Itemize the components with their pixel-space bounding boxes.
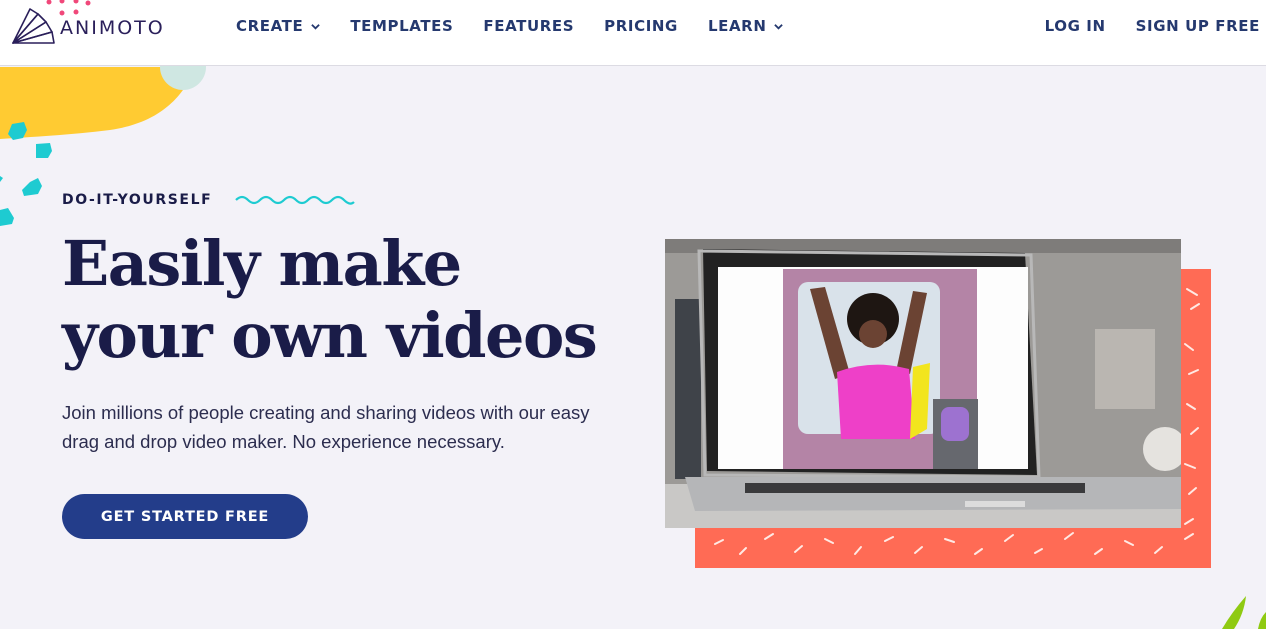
nav-templates-label: TEMPLATES [350,17,454,35]
hero-subtext: Join millions of people creating and sha… [62,402,590,452]
pink-dots-decoration [46,0,91,16]
nav-learn[interactable]: LEARN [708,17,784,35]
login-link[interactable]: LOG IN [1045,17,1106,35]
nav-create[interactable]: CREATE [236,17,321,35]
chevron-down-icon [311,23,321,30]
nav-learn-label: LEARN [707,17,767,35]
main-nav: CREATE TEMPLATES FEATURES PRICING LEARN [236,17,813,35]
nav-templates[interactable]: TEMPLATES [350,17,453,35]
laptop-illustration [665,239,1181,528]
squiggle-icon [235,195,356,205]
site-header: ANIMOTO CREATE TEMPLATES FEATURES PRICIN… [0,0,1266,66]
eyebrow-label: DO-IT-YOURSELF [62,192,213,208]
hero-video-image [665,239,1181,528]
nav-pricing-label: PRICING [604,17,678,35]
teal-splash-decoration [0,122,52,226]
signup-link[interactable]: SIGN UP FREE [1136,17,1260,35]
account-nav: LOG IN SIGN UP FREE [1015,17,1260,35]
nav-create-label: CREATE [236,17,304,35]
green-leaf-decoration [1222,596,1266,629]
chevron-down-icon [774,23,784,30]
get-started-button[interactable]: GET STARTED FREE [62,494,308,539]
nav-pricing[interactable]: PRICING [604,17,678,35]
nav-features[interactable]: FEATURES [483,17,574,35]
hero-headline: Easily make your own videos [62,227,598,372]
nav-features-label: FEATURES [483,17,575,35]
eyebrow: DO-IT-YOURSELF [62,192,356,208]
brand-name: ANIMOTO [60,17,165,39]
